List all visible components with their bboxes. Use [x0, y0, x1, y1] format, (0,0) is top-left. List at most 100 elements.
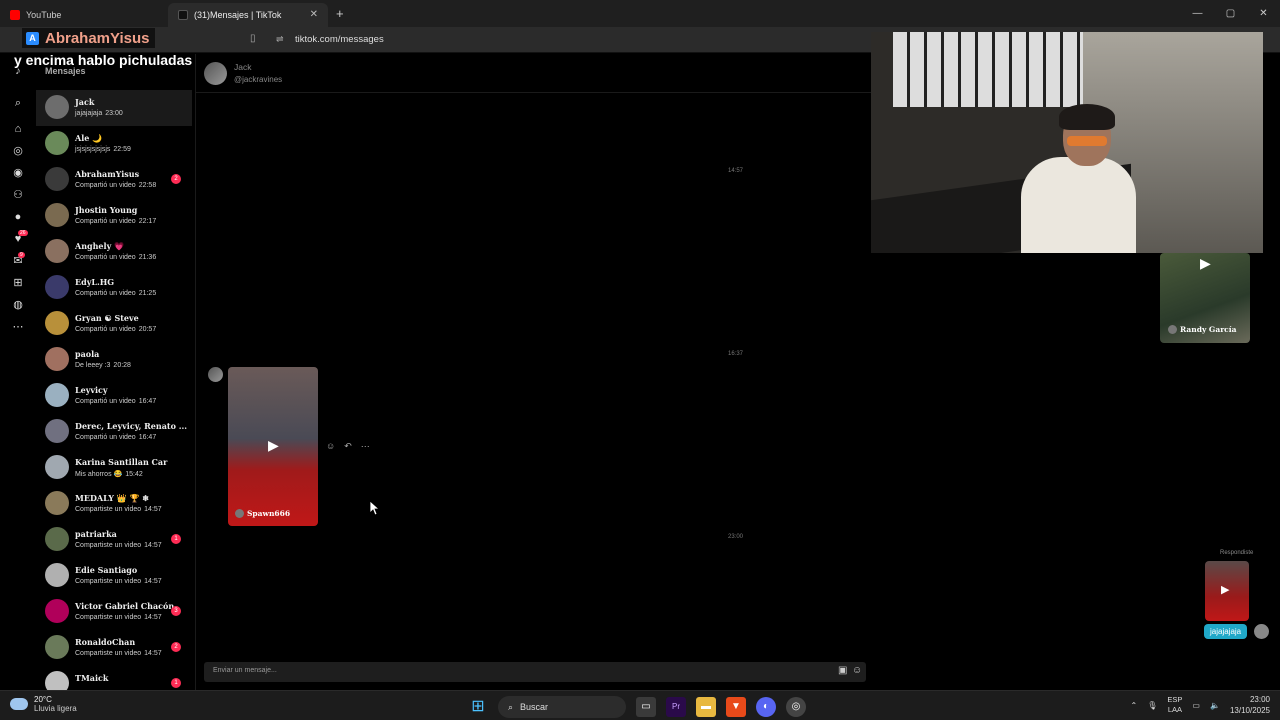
- conversation-item[interactable]: Jack jajajajaja 23:00: [36, 90, 192, 126]
- reply-icon[interactable]: ↶: [344, 441, 352, 452]
- obs-icon[interactable]: ◎: [786, 697, 806, 717]
- tiktok-icon: [178, 9, 188, 20]
- video-author: Spawn666: [235, 509, 290, 518]
- weather-widget[interactable]: 20°C Lluvia ligera: [10, 695, 77, 713]
- sender-avatar[interactable]: [208, 367, 223, 382]
- conversation-name: Gryan ☯ Steve: [75, 313, 139, 323]
- brave-browser-icon[interactable]: ▼: [726, 697, 746, 717]
- conversation-item[interactable]: patriarka Compartiste un video 14:57 1: [36, 522, 192, 558]
- bookmark-icon[interactable]: ▯: [250, 33, 256, 44]
- conversation-item[interactable]: Ale 🌙 jsjsjsjsjsjsjs 22:59: [36, 126, 192, 162]
- avatar: [45, 203, 69, 227]
- messages-badge: 9: [18, 252, 25, 258]
- contact-avatar[interactable]: [204, 62, 227, 85]
- conversation-item[interactable]: Anghely 💗 Compartió un video 21:36: [36, 234, 192, 270]
- conversation-name: MEDALY 👑 🏆 ❄: [75, 493, 149, 503]
- tab-label: (31)Mensajes | TikTok: [194, 9, 282, 20]
- self-avatar: [1254, 624, 1269, 639]
- play-icon[interactable]: ▶: [1200, 255, 1211, 272]
- discord-icon[interactable]: ◐: [756, 697, 776, 717]
- conversation-item[interactable]: EdyL.HG Compartió un video 21:25: [36, 270, 192, 306]
- url-field[interactable]: tiktok.com/messages: [295, 34, 384, 45]
- conversation-item[interactable]: Gryan ☯ Steve Compartió un video 20:57: [36, 306, 192, 342]
- conversation-item[interactable]: Karina Santillan Car Mis ahorros 😂 15:42: [36, 450, 192, 486]
- contact-name[interactable]: Jack: [234, 62, 251, 72]
- clock[interactable]: 23:00 13/10/2025: [1230, 694, 1270, 716]
- preview-text: Compartió un video: [75, 398, 136, 405]
- search-icon[interactable]: ⌕: [11, 96, 25, 110]
- weather-desc: Lluvia ligera: [34, 704, 77, 713]
- unread-badge: 2: [171, 642, 181, 652]
- preview-time: 22:58: [138, 182, 157, 189]
- youtube-icon: [10, 9, 20, 20]
- profile-icon[interactable]: ●: [11, 210, 25, 224]
- globe-icon[interactable]: ◍: [11, 298, 25, 312]
- explore-icon[interactable]: ◎: [11, 144, 25, 158]
- conversation-name: RonaldoChan: [75, 637, 136, 647]
- conversation-item[interactable]: AbrahamYisus Compartió un video 22:58 2: [36, 162, 192, 198]
- close-tab-icon[interactable]: ✕: [310, 9, 318, 20]
- new-tab-button[interactable]: +: [336, 6, 344, 21]
- avatar: [45, 347, 69, 371]
- shared-video-card[interactable]: ▶ Randy García: [1160, 253, 1250, 343]
- play-icon[interactable]: ▶: [268, 437, 279, 454]
- home-icon[interactable]: ⌂: [11, 122, 25, 136]
- image-upload-icon[interactable]: ▣: [838, 665, 847, 676]
- conversation-item[interactable]: RonaldoChan Compartiste un video 14:57 2: [36, 630, 192, 666]
- minimize-button[interactable]: —: [1181, 0, 1214, 27]
- conversation-item[interactable]: Victor Gabriel Chacón Compartiste un vide…: [36, 594, 192, 630]
- preview-text: jsjsjsjsjsjsjs: [75, 146, 111, 153]
- mouse-cursor-icon: [370, 501, 380, 516]
- conversation-item[interactable]: Leyvicy Compartió un video 16:47: [36, 378, 192, 414]
- file-explorer-icon[interactable]: ▬: [696, 697, 716, 717]
- maximize-button[interactable]: ▢: [1214, 0, 1247, 27]
- task-view-icon[interactable]: ▭: [636, 697, 656, 717]
- site-info-icon[interactable]: ⇌: [276, 34, 284, 45]
- taskbar-search[interactable]: ⌕ Buscar: [498, 696, 626, 718]
- conversation-name: Edie Santiago: [75, 565, 138, 575]
- language-indicator[interactable]: ESP LAA: [1167, 695, 1182, 715]
- unread-badge: 2: [171, 174, 181, 184]
- preview-text: Compartió un video: [75, 218, 136, 225]
- preview-text: Compartió un video: [75, 434, 136, 441]
- sent-message: jajajajaja: [1204, 624, 1248, 639]
- more-options-icon[interactable]: ⋯: [361, 441, 370, 452]
- close-window-button[interactable]: ✕: [1247, 0, 1280, 27]
- shared-video-card[interactable]: ▶ Spawn666: [228, 367, 318, 526]
- timestamp: 23:00: [728, 534, 744, 540]
- react-icon[interactable]: ☺: [326, 441, 335, 452]
- tab-youtube[interactable]: YouTube: [0, 3, 160, 27]
- conversation-item[interactable]: MEDALY 👑 🏆 ❄ Compartiste un video 14:57: [36, 486, 192, 522]
- replied-video-thumb[interactable]: ▶: [1205, 561, 1249, 621]
- avatar: [45, 95, 69, 119]
- live-icon[interactable]: ◉: [11, 166, 25, 180]
- avatar: [45, 275, 69, 299]
- volume-icon[interactable]: 🔈: [1210, 701, 1220, 710]
- preview-text: Compartiste un video: [75, 578, 142, 585]
- emoji-icon[interactable]: ☺: [852, 665, 862, 676]
- conversation-item[interactable]: Edie Santiago Compartiste un video 14:57: [36, 558, 192, 594]
- upload-icon[interactable]: ⊞: [11, 276, 25, 290]
- preview-time: 16:47: [138, 434, 157, 441]
- timestamp: 14:57: [728, 168, 744, 174]
- more-icon[interactable]: ⋯: [11, 320, 25, 334]
- microphone-icon[interactable]: 🎙: [1147, 701, 1157, 710]
- premiere-icon[interactable]: Pr: [666, 697, 686, 717]
- play-icon[interactable]: ▶: [1221, 583, 1229, 596]
- conversation-preview: jajajajaja 23:00: [75, 110, 123, 117]
- tab-tiktok-messages[interactable]: (31)Mensajes | TikTok ✕: [168, 2, 328, 27]
- contact-handle[interactable]: @jackravines: [234, 75, 282, 84]
- network-icon[interactable]: ▭: [1192, 701, 1200, 710]
- windows-start-icon[interactable]: ⊞: [468, 697, 488, 717]
- preview-time: 14:57: [144, 542, 162, 549]
- conversation-item[interactable]: paola De leeey :3 20:28: [36, 342, 192, 378]
- preview-time: 22:17: [138, 218, 157, 225]
- author-avatar: [1168, 325, 1177, 334]
- conversation-item[interactable]: Jhostin Young Compartió un video 22:17: [36, 198, 192, 234]
- preview-text: Compartiste un video: [75, 506, 142, 513]
- message-placeholder: Enviar un mensaje...: [213, 667, 277, 674]
- following-icon[interactable]: ⚇: [11, 188, 25, 202]
- conversation-item[interactable]: Derec, Leyvicy, Renato ... Compartió un v…: [36, 414, 192, 450]
- tray-overflow-icon[interactable]: ⌃: [1131, 701, 1138, 710]
- message-input[interactable]: Enviar un mensaje... ▣ ☺: [204, 662, 866, 682]
